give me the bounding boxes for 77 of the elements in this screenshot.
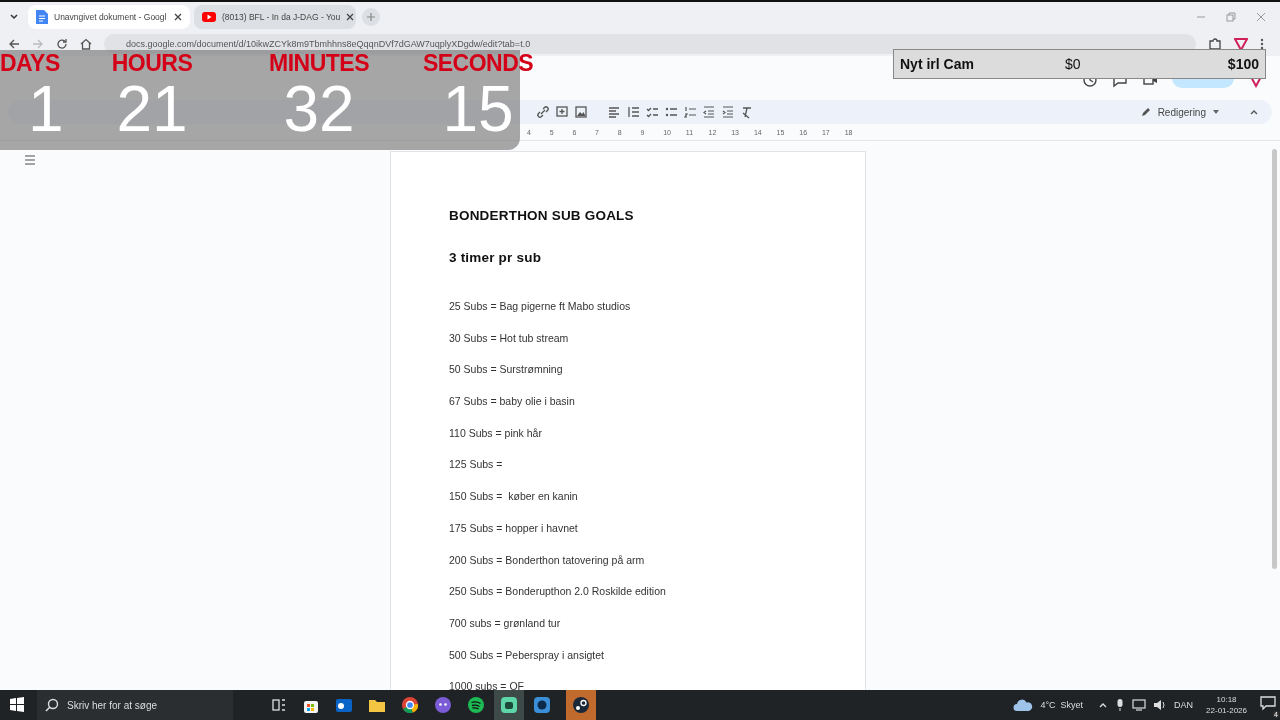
countdown-label: DAYS [0,52,60,74]
countdown-label: HOURS [111,52,193,74]
document-line: 150 Subs = køber en kanin [449,490,579,505]
clock-date[interactable]: 22-01-2026 [1206,705,1247,716]
url-text: docs.google.com/document/d/10ikwZCYk8m9Tbmhhns8eQqqnDVf7dGAW7uqplyXDgdw/edit?tab=t.0 [126,39,531,49]
decrease-indent-icon[interactable] [702,105,716,119]
document-line: 250 Subs = Bonderupthon 2.0 Roskilde edition [449,585,667,600]
link-icon[interactable] [536,105,550,119]
countdown-value: 1 [27,74,64,144]
network-icon[interactable] [1132,698,1147,712]
address-bar[interactable]: docs.google.com/document/d/10ikwZCYk8m9Tbmhhns8eQqqnDVf7dGAW7uqplyXDgdw/edit?tab=t.0 [104,34,1196,54]
document-line: 1000 subs = OF [449,680,525,690]
windows-logo-icon[interactable] [9,697,25,713]
goal-current-amount: $0 [1065,56,1081,72]
home-icon[interactable] [80,38,92,50]
document-icon [36,10,48,24]
document-line: 125 Subs = [449,458,504,473]
play-icon [202,12,216,22]
clear-formatting-icon[interactable] [740,105,754,119]
taskbar-search-field[interactable]: Skriv her for at søge [37,690,233,720]
align-left-icon[interactable] [607,105,621,119]
checklist-icon[interactable] [645,105,659,119]
countdown-value: 32 [283,74,355,144]
task-view-icon[interactable] [271,697,287,713]
countdown-label: MINUTES [269,52,369,74]
chevron-up-icon[interactable] [1098,701,1109,709]
add-comment-icon[interactable] [555,105,569,119]
music-app-icon[interactable] [467,696,485,714]
countdown-value: 21 [116,74,188,144]
close-icon[interactable] [174,13,182,21]
document-subheading: 3 timer pr sub [449,250,543,267]
document-line: 25 Subs = Bag pigerne ft Mabo studios [449,300,632,314]
countdown-label: SECONDS [422,52,534,74]
triangle-logo-icon[interactable] [1234,37,1248,51]
speaker-icon[interactable] [1153,698,1168,712]
notification-icon[interactable] [1260,695,1276,711]
numbered-list-icon[interactable] [683,105,697,119]
microphone-icon[interactable] [1115,698,1126,712]
line-spacing-icon[interactable] [626,105,640,119]
document-line: 175 Subs = hopper i havnet [449,521,579,536]
reload-icon[interactable] [56,38,68,50]
document-line: 700 subs = grønland tur [449,616,562,631]
puzzle-icon[interactable] [1208,37,1222,51]
document-line: 500 Subs = Peberspray i ansigtet [449,648,605,663]
circle-app-icon[interactable] [533,696,551,714]
chat-app-icon[interactable] [434,696,452,714]
goal-target-amount: $100 [1227,56,1259,72]
bulleted-list-icon[interactable] [664,105,678,119]
language-indicator[interactable]: DAN [1174,700,1194,710]
editing-mode-button[interactable]: Redigering [1131,104,1228,120]
increase-indent-icon[interactable] [721,105,735,119]
browser-icon[interactable] [401,696,419,714]
phone-app-icon[interactable] [494,690,524,720]
scrollbar[interactable] [1272,149,1277,569]
goal-title: Nyt irl Cam [900,56,975,72]
countdown-value: 15 [442,74,514,144]
browser-tab[interactable]: (8013) BFL - In da J-DAG - You [194,5,356,29]
weather-text[interactable]: 4°C Skyet [1040,700,1084,710]
clock-time[interactable]: 10:18 [1216,694,1237,705]
tab-title: Unavngivet dokument - Googl [54,12,168,22]
close-icon[interactable] [346,13,355,21]
document-line: 50 Subs = Surstrømning [449,363,564,378]
cloud-icon [1013,698,1034,712]
document-line: 200 Subs = Bonderthon tatovering på arm [449,553,646,568]
back-icon[interactable] [8,38,20,50]
document-line: 67 Subs = baby olie i basin [449,395,576,410]
pencil-icon [1139,106,1152,118]
tab-title: (8013) BFL - In da J-DAG - You [222,12,341,22]
game-launcher-icon[interactable] [566,690,596,720]
document-line: 30 Subs = Hot tub stream [449,331,570,346]
caret-icon [1212,109,1220,115]
mail-app-icon[interactable] [335,696,353,714]
image-icon[interactable] [574,105,588,119]
document-heading: BONDERTHON SUB GOALS [449,208,635,225]
document-line: 110 Subs = pink hår [449,426,543,441]
more-icon[interactable] [1260,38,1264,50]
browser-tab[interactable]: Unavngivet dokument - Googl [28,5,190,29]
